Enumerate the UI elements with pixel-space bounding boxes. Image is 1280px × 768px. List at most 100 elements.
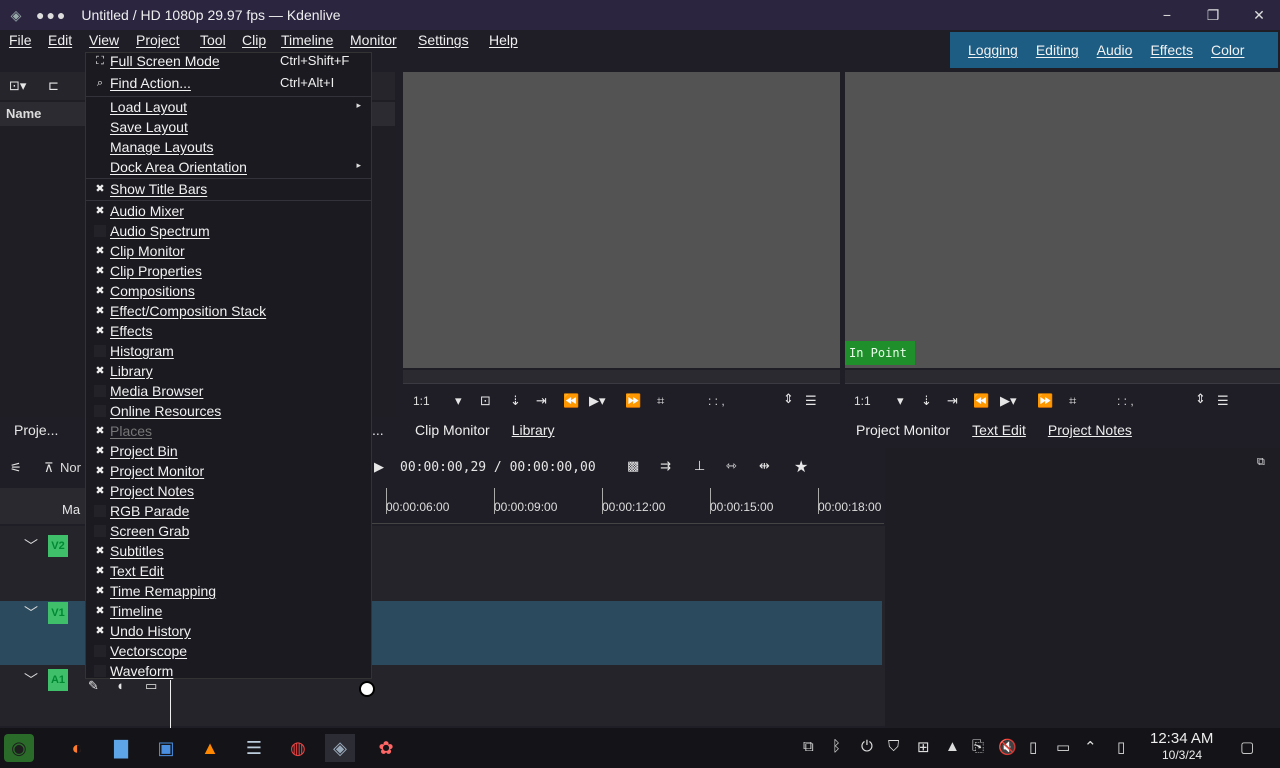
timeline-ruler[interactable]: 00:00:06:00 00:00:09:00 00:00:12:00 00:0… — [372, 488, 884, 524]
extract-icon[interactable]: ⇹ — [759, 458, 770, 474]
view-menu-item[interactable]: Dock Area Orientation ▸ — [86, 158, 371, 178]
view-menu-item[interactable]: ✖ Compositions — [86, 282, 371, 302]
view-menu-item[interactable]: Histogram — [86, 342, 371, 362]
view-menu-item[interactable]: Load Layout ▸ — [86, 98, 371, 118]
menu-file[interactable]: File — [9, 32, 32, 48]
minimize-button[interactable]: − — [1144, 0, 1190, 30]
play-icon[interactable]: ▶▾ — [1000, 393, 1017, 409]
set-in-icon[interactable]: ⇣ — [921, 393, 932, 409]
view-menu-item[interactable]: Media Browser — [86, 382, 371, 402]
rewind-icon[interactable]: ⏪ — [563, 393, 579, 409]
view-menu-item[interactable]: ✖ Project Monitor — [86, 462, 371, 482]
layout-color[interactable]: Color — [1211, 42, 1244, 58]
bin-name-column[interactable]: Name — [6, 106, 41, 121]
display-icon[interactable]: ▭ — [1056, 738, 1070, 756]
set-out-icon[interactable]: ⇥ — [536, 393, 547, 409]
close-button[interactable]: ✕ — [1236, 0, 1280, 30]
maximize-button[interactable]: ❐ — [1190, 0, 1236, 30]
menu-view[interactable]: View — [89, 32, 119, 48]
launcher-icon[interactable]: ◉ — [4, 734, 34, 762]
view-menu-item[interactable]: ⛶ Full Screen Mode Ctrl+Shift+F — [86, 52, 371, 72]
track-badge-v1[interactable]: V1 — [48, 602, 68, 624]
tab-project-notes[interactable]: Project Notes — [1048, 422, 1132, 438]
tab-clip-monitor[interactable]: Clip Monitor — [415, 422, 490, 438]
set-in-icon[interactable]: ⇣ — [510, 393, 521, 409]
tab-library[interactable]: Library — [512, 422, 555, 438]
view-menu-item[interactable]: ✖ Project Notes — [86, 482, 371, 502]
fit-view-icon[interactable]: ⊡ — [480, 393, 491, 409]
kdenlive-icon[interactable]: ◈ — [325, 734, 355, 762]
store-icon[interactable]: ▣ — [151, 734, 181, 762]
collapse-v1-icon[interactable]: ﹀ — [24, 603, 38, 623]
view-menu-item[interactable]: ✖ Project Bin — [86, 442, 371, 462]
view-menu-item[interactable]: Screen Grab — [86, 522, 371, 542]
view-menu-item[interactable]: Vectorscope — [86, 642, 371, 662]
timecode-spin-icon[interactable]: ⇕ — [1195, 391, 1206, 407]
crop-icon[interactable]: ⌗ — [1069, 393, 1076, 409]
kdenlive-app-icon[interactable]: ◈ — [4, 3, 28, 27]
layout-editing[interactable]: Editing — [1036, 42, 1079, 58]
view-menu-item[interactable]: Waveform — [86, 662, 371, 682]
project-monitor-ruler[interactable] — [845, 370, 1280, 384]
update-icon[interactable]: ⊞ — [917, 738, 930, 756]
menu-monitor[interactable]: Monitor — [350, 32, 397, 48]
clip-zoom-select[interactable]: 1:1 — [413, 394, 430, 408]
tab-project-bin[interactable]: Proje... — [14, 422, 58, 438]
track-badge-a1[interactable]: A1 — [48, 669, 68, 691]
clipboard-icon[interactable]: ⧉ — [803, 738, 814, 755]
view-menu-item[interactable]: ✖ Time Remapping — [86, 582, 371, 602]
clip-monitor-ruler[interactable] — [403, 370, 840, 384]
view-menu-item[interactable]: Online Resources — [86, 402, 371, 422]
chevron-down-icon[interactable]: ▾ — [455, 393, 462, 409]
chevron-up-icon[interactable]: ⌃ — [1084, 738, 1097, 756]
forward-icon[interactable]: ⏩ — [1037, 393, 1053, 409]
view-menu-item[interactable]: ✖ Timeline — [86, 602, 371, 622]
timeline-play-icon[interactable]: ▶ — [374, 459, 384, 475]
set-out-icon[interactable]: ⇥ — [947, 393, 958, 409]
view-menu-item[interactable]: ✖ Undo History — [86, 622, 371, 642]
clip-timecode[interactable]: : : , — [708, 394, 725, 408]
clip-monitor-screen[interactable] — [403, 72, 840, 368]
play-icon[interactable]: ▶▾ — [589, 393, 606, 409]
rewind-icon[interactable]: ⏪ — [973, 393, 989, 409]
layout-audio[interactable]: Audio — [1097, 42, 1133, 58]
menu-icon[interactable]: ☰ — [805, 393, 817, 409]
menu-tool[interactable]: Tool — [200, 32, 226, 48]
vlc-tray-icon[interactable]: ▲ — [945, 738, 960, 755]
star-icon[interactable]: ★ — [794, 457, 808, 477]
layout-logging[interactable]: Logging — [968, 42, 1018, 58]
composite-icon[interactable]: ▩ — [627, 458, 639, 474]
power-icon[interactable]: ⏻ — [861, 738, 873, 755]
shield-icon[interactable]: ⛉ — [888, 738, 899, 755]
float-icon[interactable]: ⧉ — [1257, 456, 1265, 469]
menu-icon[interactable]: ☰ — [1217, 393, 1229, 409]
bluetooth-icon[interactable]: ᛒ — [832, 738, 841, 755]
notifications-icon[interactable]: ▢ — [1240, 738, 1254, 756]
menu-help[interactable]: Help — [489, 32, 518, 48]
edit-mode-icon[interactable]: ⊼ — [44, 460, 54, 476]
window-dots[interactable]: ●●● — [36, 7, 67, 23]
mixer-icon[interactable]: ☰ — [239, 734, 269, 762]
view-menu-item[interactable]: Audio Spectrum — [86, 222, 371, 242]
clock-time[interactable]: 12:34 AM — [1150, 730, 1213, 747]
track-badge-v2[interactable]: V2 — [48, 535, 68, 557]
collapse-v2-icon[interactable]: ﹀ — [24, 536, 38, 556]
view-menu-item[interactable]: ⌕ Find Action... Ctrl+Alt+I — [86, 74, 371, 94]
project-monitor-screen[interactable] — [845, 72, 1280, 368]
view-menu-item[interactable]: ✖ Subtitles — [86, 542, 371, 562]
view-menu-item[interactable]: Manage Layouts — [86, 138, 371, 158]
layout-effects[interactable]: Effects — [1150, 42, 1193, 58]
battery-icon[interactable]: ▯ — [1029, 738, 1037, 756]
chevron-down-icon[interactable]: ▾ — [897, 393, 904, 409]
view-menu-item[interactable]: ✖ Effect/Composition Stack — [86, 302, 371, 322]
crop-icon[interactable]: ⌗ — [657, 393, 664, 409]
folder-icon[interactable]: ⊏ — [48, 78, 59, 94]
timeline-settings-icon[interactable]: ⚟ — [10, 460, 22, 476]
menu-clip[interactable]: Clip — [242, 32, 266, 48]
menu-timeline[interactable]: Timeline — [281, 32, 333, 48]
menu-edit[interactable]: Edit — [48, 32, 72, 48]
menu-project[interactable]: Project — [136, 32, 180, 48]
project-timecode[interactable]: : : , — [1117, 394, 1134, 408]
vlc-icon[interactable]: ▲ — [195, 734, 225, 762]
overwrite-icon[interactable]: ⊥ — [694, 458, 705, 474]
